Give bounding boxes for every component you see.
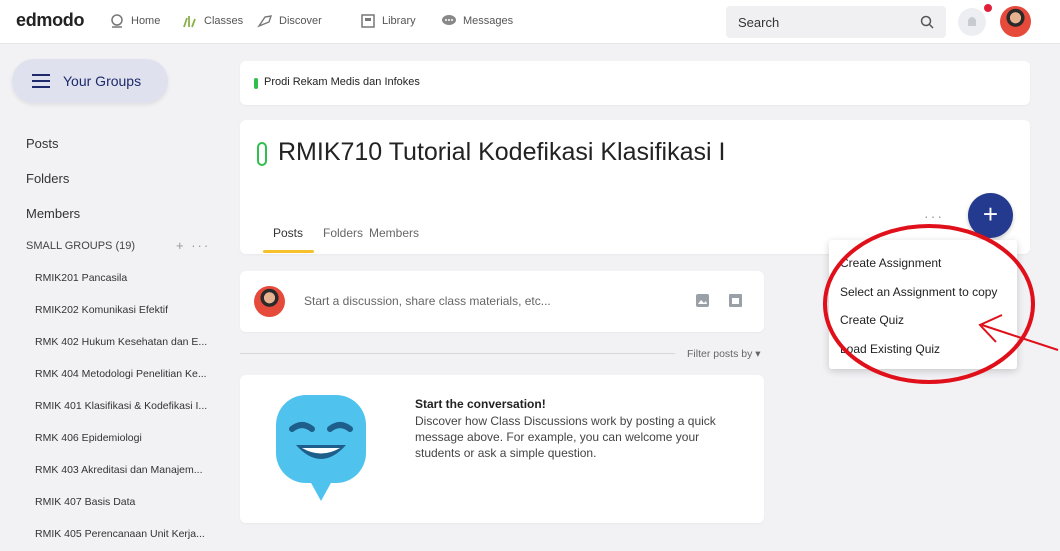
your-groups-label: Your Groups <box>63 73 142 89</box>
small-group-item[interactable]: RMK 406 Epidemiologi <box>35 432 142 444</box>
small-group-item[interactable]: RMK 404 Metodologi Penelitian Ke... <box>35 368 207 380</box>
sidebar-link-members[interactable]: Members <box>26 206 80 221</box>
smiley-mascot-icon <box>276 395 366 501</box>
small-group-item[interactable]: RMIK 401 Klasifikasi & Kodefikasi I... <box>35 400 207 412</box>
menu-item-create-assignment[interactable]: Create Assignment <box>840 256 941 270</box>
small-groups-heading: SMALL GROUPS (19) <box>26 240 136 252</box>
nav-home-label: Home <box>131 15 161 27</box>
add-button[interactable]: + <box>968 193 1013 238</box>
notifications-bell-icon[interactable] <box>958 8 986 36</box>
nav-home[interactable]: Home <box>109 14 160 28</box>
menu-item-load-quiz[interactable]: Load Existing Quiz <box>840 342 940 356</box>
sidebar-link-posts[interactable]: Posts <box>26 136 59 151</box>
small-group-item[interactable]: RMK 403 Akreditasi dan Manajem... <box>35 464 203 476</box>
home-icon <box>111 14 123 28</box>
nav-messages[interactable]: Messages <box>441 14 513 28</box>
library-icon <box>361 14 375 28</box>
menu-item-copy-assignment[interactable]: Select an Assignment to copy <box>840 285 997 299</box>
nav-discover[interactable]: Discover <box>257 14 322 28</box>
nav-library[interactable]: Library <box>360 14 416 28</box>
breadcrumb: Prodi Rekam Medis dan Infokes <box>240 61 1030 105</box>
more-options-button[interactable]: ··· <box>924 208 944 224</box>
nav-discover-label: Discover <box>279 15 322 27</box>
empty-state-title: Start the conversation! <box>415 397 546 411</box>
search-input[interactable]: Search <box>726 6 946 38</box>
bell-icon <box>968 17 976 26</box>
active-tab-indicator <box>263 250 314 253</box>
empty-state-body: Discover how Class Discussions work by p… <box>415 414 716 460</box>
empty-state-card: Start the conversation! Discover how Cla… <box>240 375 764 523</box>
nav-classes-label: Classes <box>204 15 244 27</box>
page-title: RMIK710 Tutorial Kodefikasi Klasifikasi … <box>278 138 726 166</box>
tab-folders[interactable]: Folders <box>323 226 363 240</box>
attachment-icon[interactable] <box>729 294 742 307</box>
nav-library-label: Library <box>382 15 416 27</box>
compose-box[interactable]: Start a discussion, share class material… <box>240 271 764 332</box>
discover-icon <box>257 15 273 28</box>
hamburger-icon <box>32 74 50 88</box>
small-group-item[interactable]: RMIK202 Komunikasi Efektif <box>35 304 168 316</box>
class-header: RMIK710 Tutorial Kodefikasi Klasifikasi … <box>240 120 1030 254</box>
image-icon[interactable] <box>696 294 709 307</box>
small-group-item[interactable]: RMIK 405 Perencanaan Unit Kerja... <box>35 528 205 540</box>
small-group-item[interactable]: RMK 402 Hukum Kesehatan dan E... <box>35 336 207 348</box>
sidebar-link-folders[interactable]: Folders <box>26 171 69 186</box>
messages-icon <box>442 15 456 25</box>
nav-messages-label: Messages <box>463 15 514 27</box>
notification-badge <box>982 2 994 14</box>
group-color-marker <box>254 78 258 89</box>
top-navbar: edmodo Home Classes Discover Library Mes… <box>0 0 1060 44</box>
edmodo-logo[interactable]: edmodo <box>16 10 85 31</box>
nav-classes[interactable]: Classes <box>182 14 243 28</box>
your-groups-button[interactable]: Your Groups <box>12 59 168 103</box>
classes-icon <box>183 16 196 28</box>
filter-posts-dropdown[interactable]: Filter posts by ▾ <box>687 348 761 360</box>
feed-divider <box>240 353 675 354</box>
menu-item-create-quiz[interactable]: Create Quiz <box>840 313 904 327</box>
breadcrumb-link[interactable]: Prodi Rekam Medis dan Infokes <box>264 76 420 88</box>
small-group-item[interactable]: RMIK201 Pancasila <box>35 272 127 284</box>
search-icon[interactable] <box>920 15 934 29</box>
class-color-marker <box>257 142 267 166</box>
small-groups-actions[interactable]: + ··· <box>176 238 210 253</box>
small-group-item[interactable]: RMIK 407 Basis Data <box>35 496 135 508</box>
avatar <box>254 286 285 317</box>
add-menu-dropdown: Create Assignment Select an Assignment t… <box>829 240 1017 369</box>
search-placeholder: Search <box>738 15 780 30</box>
tab-posts[interactable]: Posts <box>273 226 303 240</box>
tab-members[interactable]: Members <box>369 226 419 240</box>
user-avatar[interactable] <box>1000 6 1031 37</box>
compose-placeholder[interactable]: Start a discussion, share class material… <box>304 294 551 308</box>
